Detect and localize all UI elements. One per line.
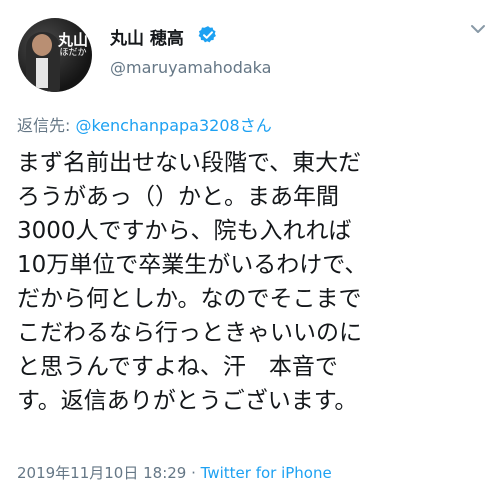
avatar-shirt xyxy=(36,58,48,88)
avatar-logo-sub: ほだか xyxy=(59,48,87,58)
avatar-face xyxy=(32,34,52,56)
chevron-down-icon[interactable] xyxy=(470,24,486,34)
tweet-meta: 2019年11月10日 18:29 · Twitter for iPhone xyxy=(17,462,332,483)
avatar-logo-main: 丸山 xyxy=(58,31,89,49)
avatar[interactable]: 丸山 ほだか xyxy=(18,18,92,92)
verified-badge-icon xyxy=(198,26,216,43)
display-name[interactable]: 丸山 穂高 xyxy=(110,24,184,49)
meta-separator: · xyxy=(186,464,201,482)
user-handle[interactable]: @maruyamahodaka xyxy=(110,58,271,77)
avatar-logo: 丸山 ほだか xyxy=(58,32,88,59)
reply-to-line: 返信先: @kenchanpapa3208さん xyxy=(17,112,272,136)
tweet-source-link[interactable]: Twitter for iPhone xyxy=(201,464,332,482)
reply-mention-link[interactable]: @kenchanpapa3208さん xyxy=(75,116,271,135)
tweet-timestamp[interactable]: 2019年11月10日 18:29 xyxy=(17,464,186,482)
reply-prefix: 返信先: xyxy=(17,116,76,135)
tweet-text: まず名前出せない段階で、東大だ ろうがあっ（）かと。まあ年間 3000人ですから… xyxy=(17,150,368,414)
